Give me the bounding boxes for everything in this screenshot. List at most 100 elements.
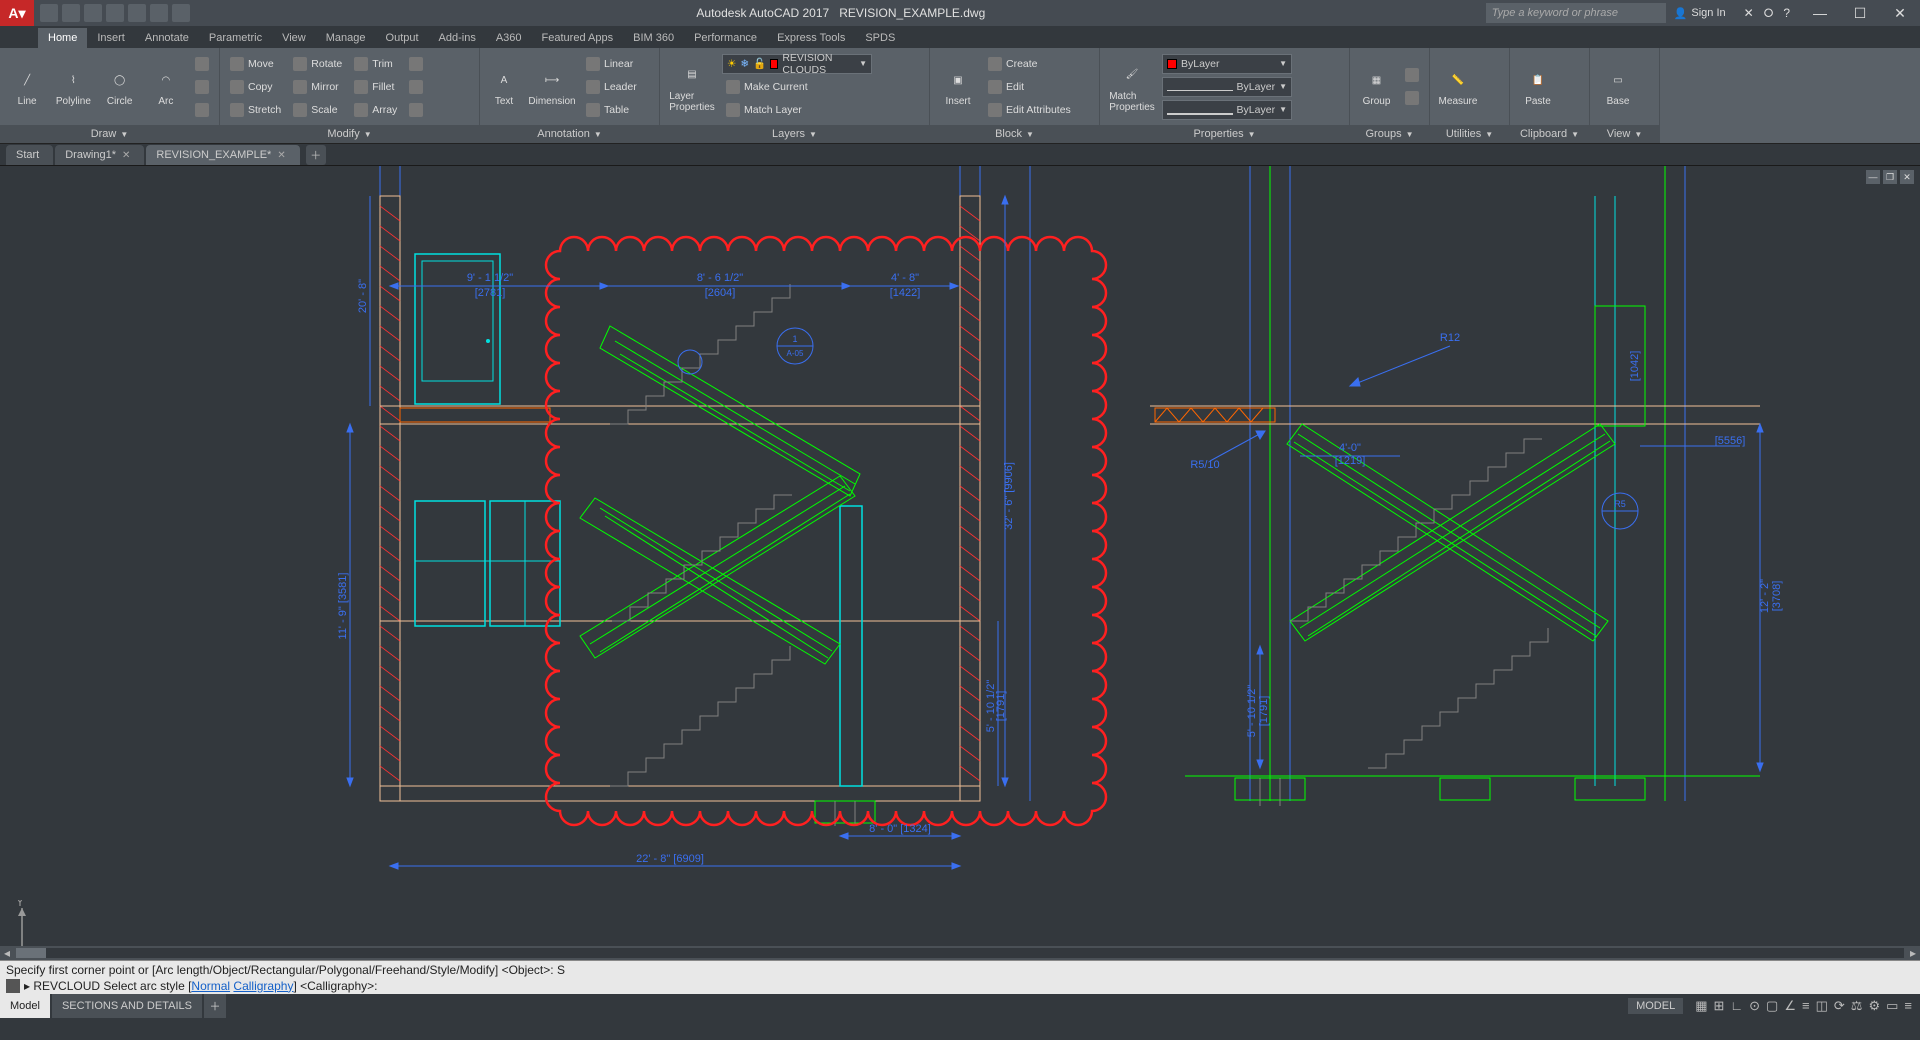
new-layout-button[interactable]: ＋ (204, 994, 226, 1018)
stretch-button[interactable]: Stretch (226, 100, 285, 120)
ellipse-button[interactable] (191, 77, 213, 97)
close-tab-icon[interactable]: ✕ (277, 150, 285, 161)
dimension-button[interactable]: ⟼Dimension (526, 51, 578, 123)
lineweight-toggle[interactable]: ≡ (1802, 998, 1810, 1014)
trim-button[interactable]: Trim (350, 54, 401, 74)
offset-button[interactable] (405, 77, 427, 97)
plot-icon[interactable] (128, 4, 146, 22)
tab-bim360[interactable]: BIM 360 (623, 28, 684, 48)
undo-icon[interactable] (150, 4, 168, 22)
transparency-toggle[interactable]: ◫ (1816, 998, 1828, 1014)
explode-button[interactable] (405, 54, 427, 74)
new-icon[interactable] (40, 4, 58, 22)
new-tab-button[interactable]: ＋ (306, 145, 326, 165)
arc-button[interactable]: ◠Arc (145, 51, 187, 123)
workspace-toggle[interactable]: ⚙ (1868, 998, 1880, 1014)
infocenter-search[interactable]: Type a keyword or phrase (1486, 3, 1666, 23)
redo-icon[interactable] (172, 4, 190, 22)
vp-restore-button[interactable]: ❐ (1883, 170, 1897, 184)
tab-manage[interactable]: Manage (316, 28, 376, 48)
ungroup-button[interactable] (1401, 65, 1423, 85)
layer-properties-button[interactable]: ▤Layer Properties (666, 51, 718, 123)
drawing-canvas[interactable]: 9' - 1 1/2"[2781] 8' - 6 1/2"[2604] 4' -… (0, 166, 1920, 960)
exchange-icon[interactable]: ✕ (1744, 6, 1754, 21)
doc-tab-start[interactable]: Start (6, 145, 53, 165)
open-icon[interactable] (62, 4, 80, 22)
tab-spds[interactable]: SPDS (855, 28, 905, 48)
scroll-thumb[interactable] (16, 948, 46, 958)
linear-button[interactable]: Linear (582, 54, 641, 74)
tab-view[interactable]: View (272, 28, 316, 48)
erase-button[interactable] (405, 100, 427, 120)
a360-icon[interactable]: ⭘ (1764, 6, 1774, 21)
customize-button[interactable]: ≡ (1904, 998, 1912, 1014)
fillet-button[interactable]: Fillet (350, 77, 401, 97)
doc-tab-revision-example[interactable]: REVISION_EXAMPLE*✕ (146, 145, 299, 165)
tab-addins[interactable]: Add-ins (429, 28, 486, 48)
hatch-button[interactable] (191, 100, 213, 120)
close-tab-icon[interactable]: ✕ (122, 150, 130, 161)
command-line[interactable]: Specify first corner point or [Arc lengt… (0, 960, 1920, 994)
move-button[interactable]: Move (226, 54, 285, 74)
text-button[interactable]: AText (486, 51, 522, 123)
scroll-left-button[interactable]: ◂ (0, 946, 14, 960)
polar-toggle[interactable]: ⊙ (1749, 998, 1760, 1014)
otrack-toggle[interactable]: ∠ (1784, 998, 1796, 1014)
tab-output[interactable]: Output (376, 28, 429, 48)
mirror-button[interactable]: Mirror (289, 77, 346, 97)
osnap-toggle[interactable]: ▢ (1766, 998, 1778, 1014)
doc-tab-drawing1[interactable]: Drawing1*✕ (55, 145, 144, 165)
group-edit-button[interactable] (1401, 88, 1423, 108)
signin-button[interactable]: 👤 Sign In (1666, 7, 1734, 20)
ortho-toggle[interactable]: ∟ (1730, 998, 1743, 1014)
snap-toggle[interactable]: ⊞ (1714, 998, 1725, 1014)
scale-button[interactable]: Scale (289, 100, 346, 120)
insert-button[interactable]: ▣Insert (936, 51, 980, 123)
horizontal-scrollbar[interactable]: ◂ ▸ (0, 946, 1920, 960)
leader-button[interactable]: Leader (582, 77, 641, 97)
cycling-toggle[interactable]: ⟳ (1834, 998, 1845, 1014)
maximize-button[interactable]: ☐ (1840, 0, 1880, 26)
scroll-right-button[interactable]: ▸ (1906, 946, 1920, 960)
polyline-button[interactable]: ⌇Polyline (52, 51, 94, 123)
tab-a360[interactable]: A360 (486, 28, 532, 48)
tab-express-tools[interactable]: Express Tools (767, 28, 855, 48)
grid-toggle[interactable]: ▦ (1695, 998, 1707, 1014)
create-block-button[interactable]: Create (984, 54, 1075, 74)
command-prompt[interactable]: ▸ REVCLOUD Select arc style [Normal Call… (6, 978, 1914, 993)
tab-annotate[interactable]: Annotate (135, 28, 199, 48)
edit-block-button[interactable]: Edit (984, 77, 1075, 97)
model-paper-toggle[interactable]: MODEL (1628, 998, 1683, 1014)
edit-attributes-button[interactable]: Edit Attributes (984, 100, 1075, 120)
close-button[interactable]: ✕ (1880, 0, 1920, 26)
tab-home[interactable]: Home (38, 28, 87, 48)
minimize-button[interactable]: — (1800, 0, 1840, 26)
saveas-icon[interactable] (106, 4, 124, 22)
group-button[interactable]: ▦Group (1356, 51, 1397, 123)
match-properties-button[interactable]: 🖌Match Properties (1106, 51, 1158, 123)
tab-insert[interactable]: Insert (87, 28, 135, 48)
line-button[interactable]: ╱Line (6, 51, 48, 123)
tab-performance[interactable]: Performance (684, 28, 767, 48)
tab-featured-apps[interactable]: Featured Apps (532, 28, 624, 48)
layout-tab-sections[interactable]: SECTIONS AND DETAILS (52, 994, 202, 1018)
rotate-button[interactable]: Rotate (289, 54, 346, 74)
scroll-track[interactable] (16, 948, 1904, 958)
lineweight-selector[interactable]: ByLayer▼ (1162, 100, 1292, 120)
match-layer-button[interactable]: Match Layer (722, 100, 923, 120)
linetype-selector[interactable]: ByLayer▼ (1162, 77, 1292, 97)
app-menu-button[interactable]: A▾ (0, 0, 34, 26)
help-icon[interactable]: ? (1783, 6, 1790, 21)
paste-button[interactable]: 📋Paste (1516, 51, 1560, 123)
vp-close-button[interactable]: ✕ (1900, 170, 1914, 184)
circle-button[interactable]: ◯Circle (99, 51, 141, 123)
base-button[interactable]: ▭Base (1596, 51, 1640, 123)
make-current-button[interactable]: Make Current (722, 77, 923, 97)
save-icon[interactable] (84, 4, 102, 22)
annotation-toggle[interactable]: ⚖ (1851, 998, 1863, 1014)
tab-parametric[interactable]: Parametric (199, 28, 272, 48)
copy-button[interactable]: Copy (226, 77, 285, 97)
color-selector[interactable]: ByLayer▼ (1162, 54, 1292, 74)
rect-button[interactable] (191, 54, 213, 74)
vp-minimize-button[interactable]: — (1866, 170, 1880, 184)
